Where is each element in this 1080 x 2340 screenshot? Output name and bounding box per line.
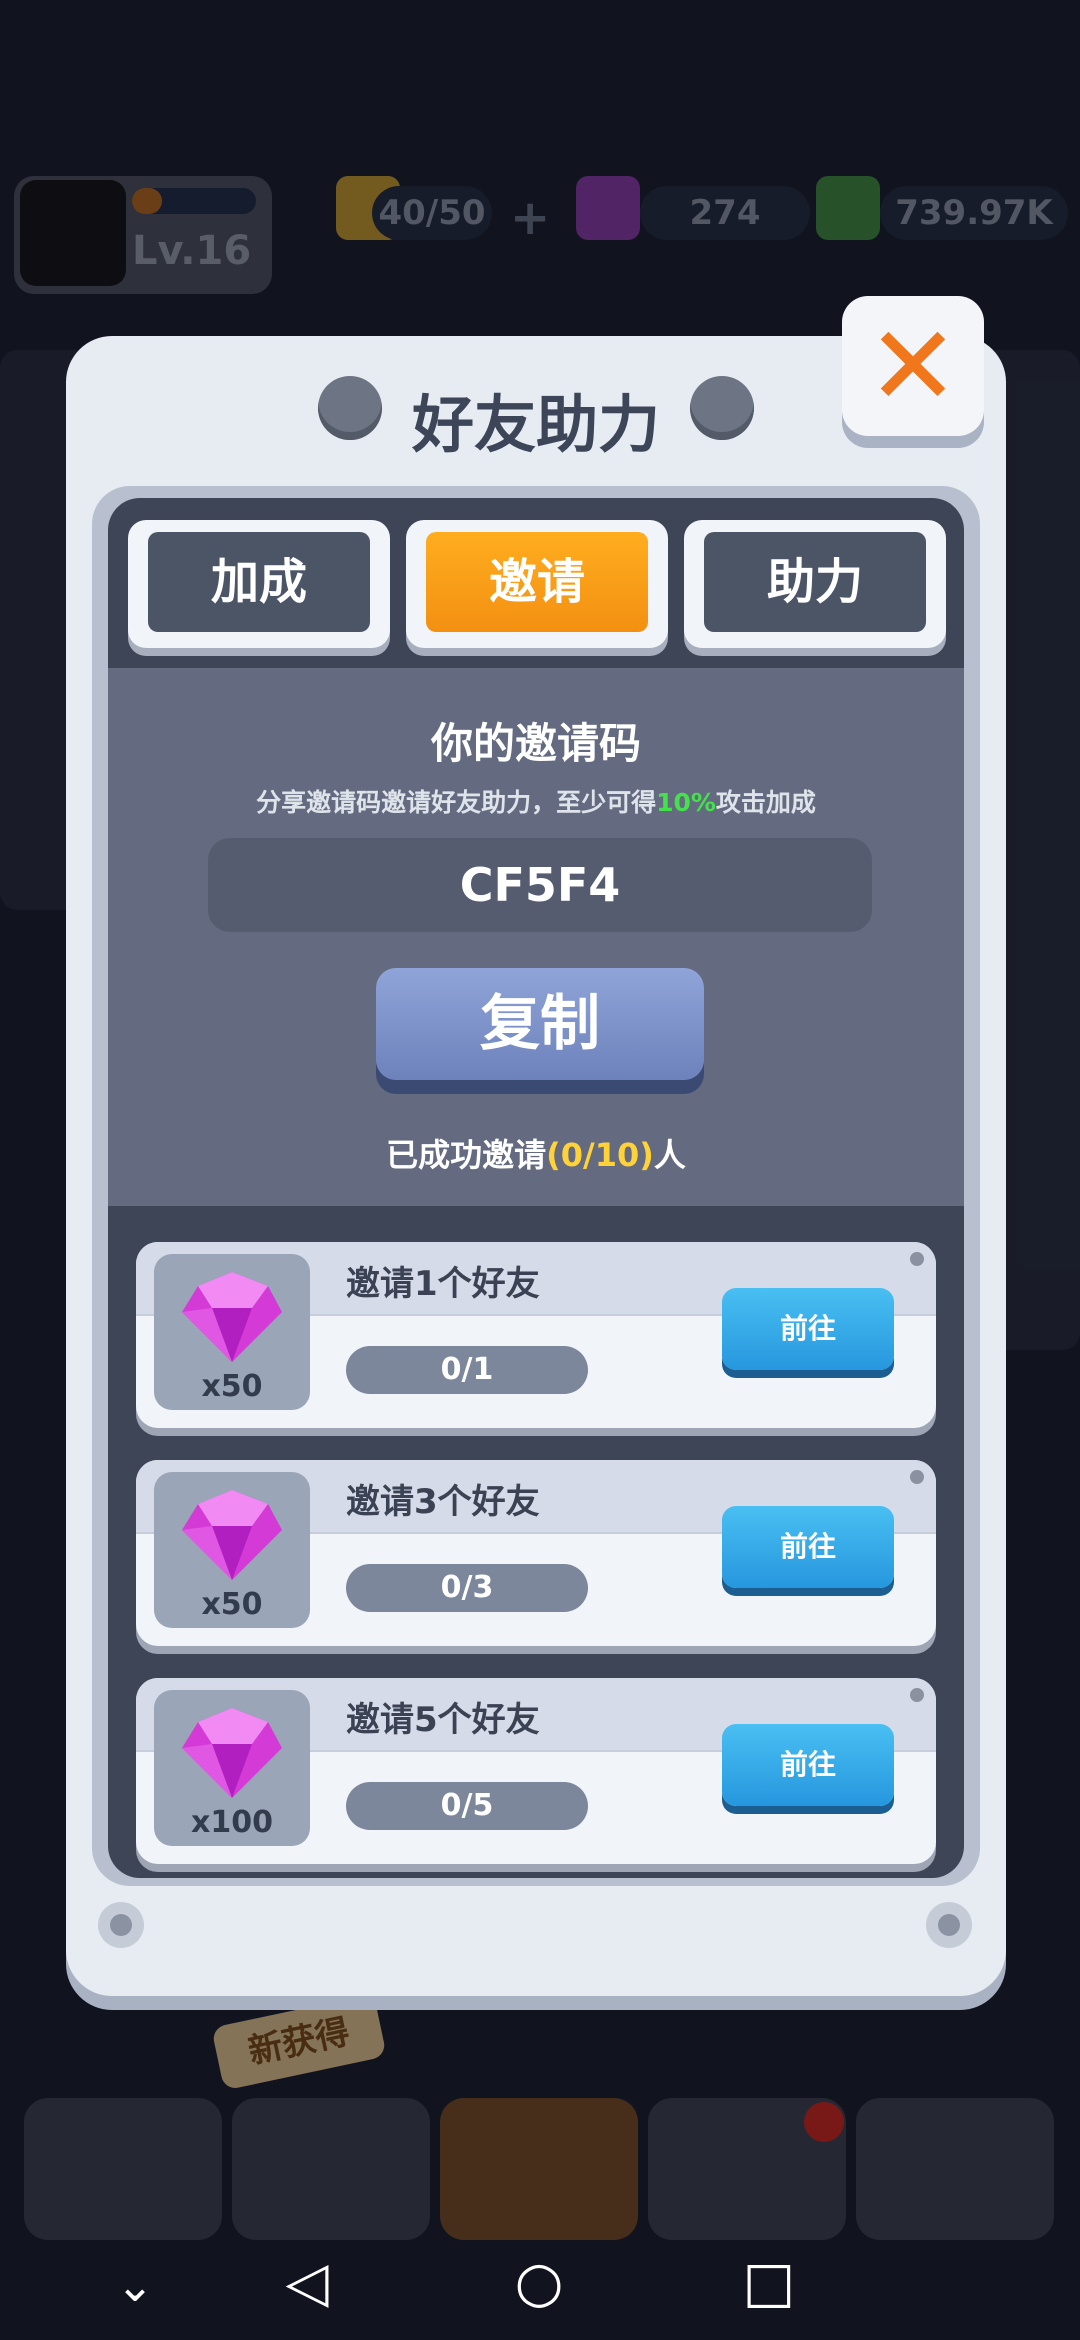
reward-card: x50 邀请1个好友 0/1 前往: [136, 1242, 936, 1428]
bonus-percent: 10%: [656, 788, 716, 817]
tab-invite-label: 邀请: [426, 532, 648, 632]
dialog-content: 加成 邀请 助力 你的邀请码 分享邀请码邀请好友助力，至少可得10%攻击加成 C…: [108, 498, 964, 1878]
invite-subtitle-suffix: 攻击加成: [715, 788, 816, 817]
invite-subtitle-prefix: 分享邀请码邀请好友助力，至少可得: [256, 788, 657, 817]
tab-invite[interactable]: 邀请: [406, 520, 668, 648]
tab-bonus[interactable]: 加成: [128, 520, 390, 648]
title-bolt-right: [690, 376, 754, 440]
invite-count-suffix: 人: [653, 1136, 686, 1174]
chevron-down-icon[interactable]: ⌄: [90, 2258, 180, 2312]
card-rivet: [910, 1252, 924, 1266]
reward-quantity: x50: [201, 1369, 263, 1404]
invite-count: 已成功邀请(0/10)人: [108, 1130, 964, 1176]
copy-button[interactable]: 复制: [376, 968, 704, 1080]
screw-right: [926, 1902, 972, 1948]
reward-task-label: 邀请1个好友: [346, 1264, 540, 1304]
reward-task-label: 邀请5个好友: [346, 1700, 540, 1740]
reward-icon: x100: [154, 1690, 310, 1846]
invite-section: 你的邀请码 分享邀请码邀请好友助力，至少可得10%攻击加成 CF5F4 复制 已…: [108, 668, 964, 1206]
go-button[interactable]: 前往: [722, 1288, 894, 1370]
screw-left: [98, 1902, 144, 1948]
reward-progress: 0/3: [346, 1564, 588, 1612]
card-rivet: [910, 1688, 924, 1702]
tab-bonus-label: 加成: [148, 532, 370, 632]
reward-icon: x50: [154, 1254, 310, 1410]
reward-progress: 0/1: [346, 1346, 588, 1394]
gem-icon: [182, 1708, 282, 1798]
reward-card: x50 邀请3个好友 0/3 前往: [136, 1460, 936, 1646]
tab-assist[interactable]: 助力: [684, 520, 946, 648]
card-rivet: [910, 1470, 924, 1484]
invite-code-field[interactable]: CF5F4: [208, 838, 872, 932]
invite-count-value: (0/10): [546, 1136, 654, 1174]
reward-quantity: x50: [201, 1587, 263, 1622]
tab-assist-label: 助力: [704, 532, 926, 632]
reward-progress: 0/5: [346, 1782, 588, 1830]
tab-bar: 加成 邀请 助力: [108, 498, 964, 668]
dialog-body: 加成 邀请 助力 你的邀请码 分享邀请码邀请好友助力，至少可得10%攻击加成 C…: [92, 486, 980, 1886]
reward-task-label: 邀请3个好友: [346, 1482, 540, 1522]
recents-icon[interactable]: □: [724, 2250, 814, 2315]
gem-icon: [182, 1272, 282, 1362]
invite-count-prefix: 已成功邀请: [386, 1136, 547, 1174]
reward-icon: x50: [154, 1472, 310, 1628]
invite-code-heading: 你的邀请码: [430, 719, 641, 768]
reward-card: x100 邀请5个好友 0/5 前往: [136, 1678, 936, 1864]
invite-subtitle: 分享邀请码邀请好友助力，至少可得10%攻击加成: [108, 783, 964, 819]
go-button[interactable]: 前往: [722, 1506, 894, 1588]
gem-icon: [182, 1490, 282, 1580]
go-button[interactable]: 前往: [722, 1724, 894, 1806]
back-icon[interactable]: ◁: [262, 2250, 352, 2315]
home-icon[interactable]: ○: [494, 2250, 584, 2315]
friend-help-dialog: 好友助力 加成 邀请 助力 你的邀请码 分享邀请码邀请好友助力，至少可得10%攻…: [66, 336, 1006, 1996]
close-button[interactable]: ✕: [842, 296, 984, 436]
reward-quantity: x100: [191, 1805, 273, 1840]
